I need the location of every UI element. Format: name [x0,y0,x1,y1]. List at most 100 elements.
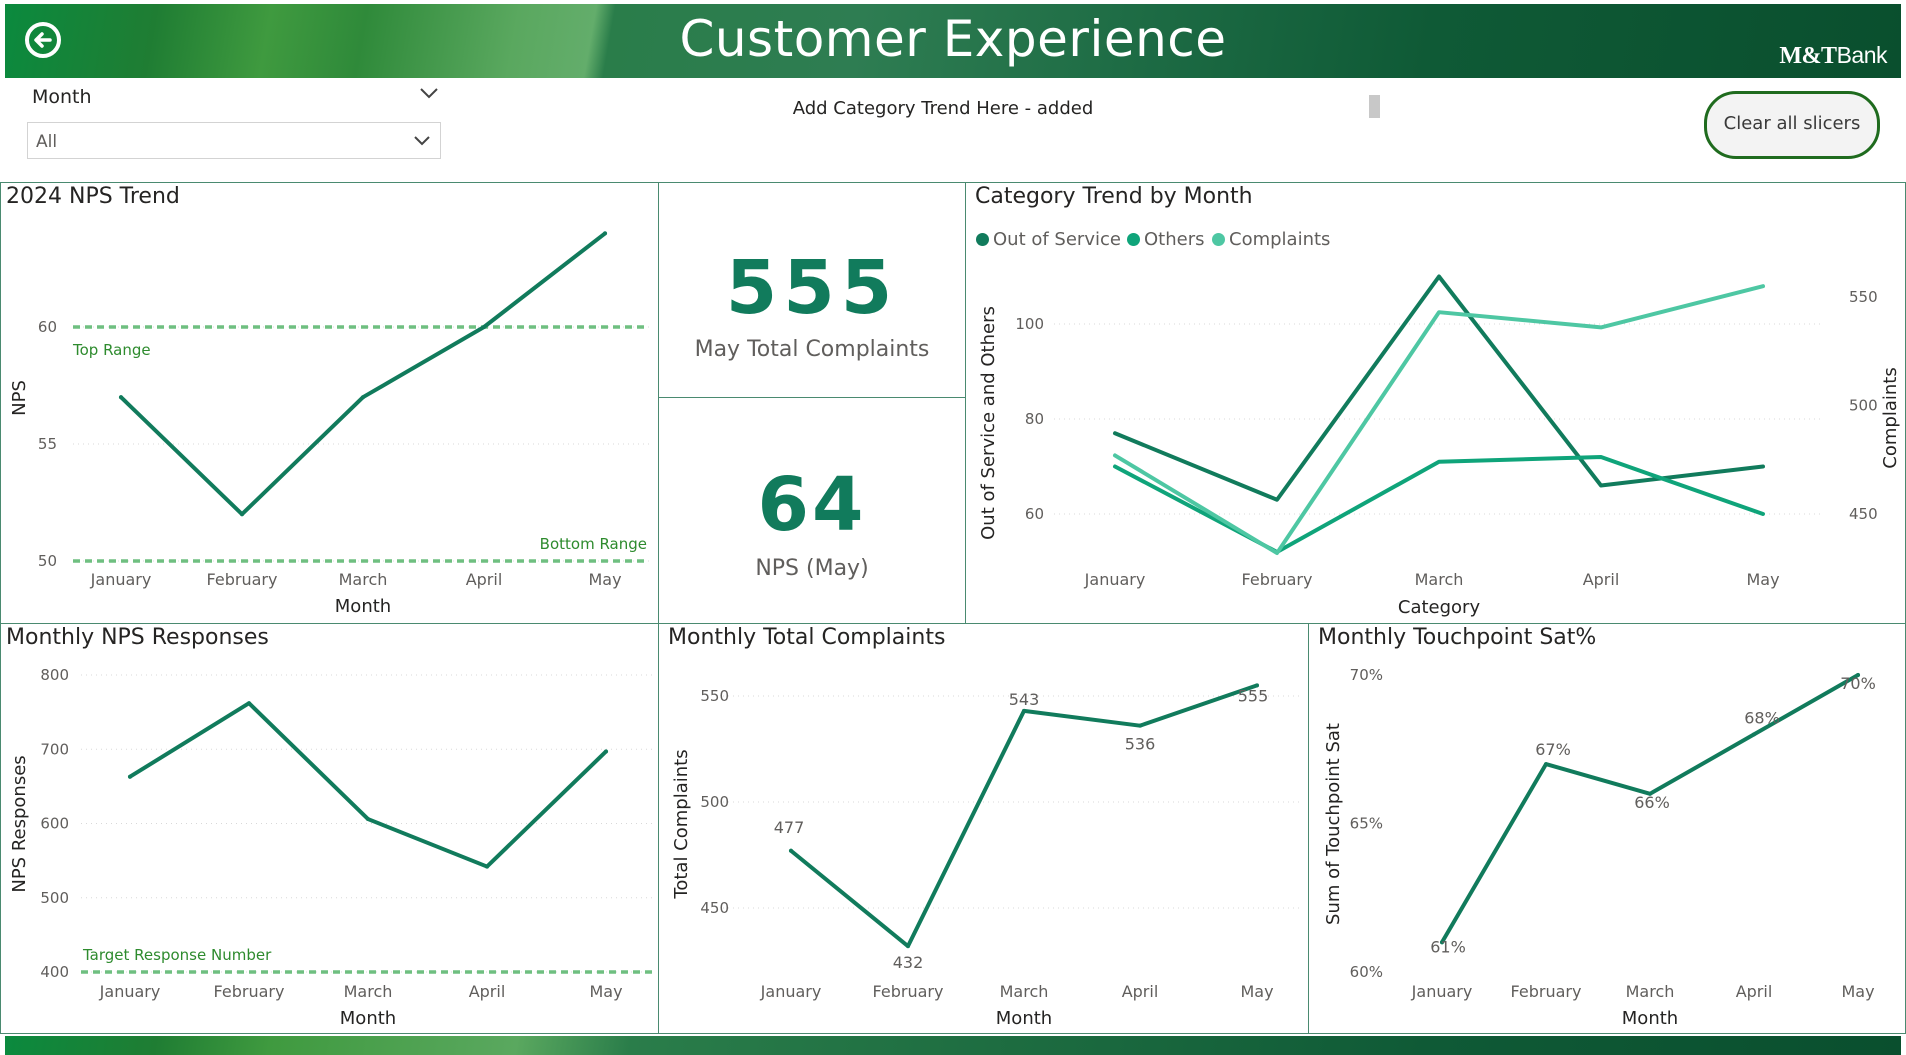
y-tick-label: 500 [700,793,729,811]
legend-dot [1212,233,1225,246]
x-tick-label: April [1122,982,1159,1001]
category-note: Add Category Trend Here - added [792,98,1094,119]
x-tick-label: February [1242,570,1313,589]
data-point [1138,723,1142,728]
x-tick-label: May [589,982,622,1001]
y-tick-label: 70% [1350,666,1383,684]
y-tick-label: 50 [38,552,57,570]
x-axis-title: Category [1398,597,1481,618]
clear-all-slicers-button[interactable]: Clear all slicers [1704,91,1880,159]
data-point [366,817,370,822]
x-tick-label: March [1626,982,1675,1001]
data-point [240,512,244,517]
data-label: 61% [1430,937,1466,956]
x-tick-label: May [1746,570,1779,589]
reference-line-label: Target Response Number [82,946,272,964]
y-axis-title: Total Complaints [671,749,692,899]
y-tick-label: 450 [700,899,729,917]
legend-out-of-service[interactable]: Out of Service [976,229,1121,250]
y-right-tick-label: 450 [1849,505,1878,523]
x-tick-label: January [90,570,152,589]
mt-bank-logo: M&TBank [1779,42,1887,70]
logo-mark: M&T [1779,43,1837,69]
legend-dot [1127,233,1140,246]
nps-trend-chart: 50 55 60 Top Range Bottom Range January Februa… [9,231,649,617]
x-tick-label: February [207,570,278,589]
data-label: 432 [893,953,924,972]
kpi-nps-value: 64 [757,462,867,548]
footer-banner [5,1036,1901,1055]
legend-dot [976,233,989,246]
y-tick-label: 60% [1350,963,1383,981]
x-tick-label: March [1000,982,1049,1001]
x-tick-label: April [469,982,506,1001]
data-point [906,944,910,949]
series-line [789,683,1259,949]
data-point [1752,732,1756,737]
data-point [128,774,132,779]
x-tick-label: January [760,982,822,1001]
y-left-tick-label: 80 [1025,410,1044,428]
y-left-axis-title: Out of Service and Others [978,306,999,540]
nps-responses-panel: Monthly NPS Responses 400 500 600 700 800 Tar… [0,623,659,1034]
touchpoint-panel: Monthly Touchpoint Sat% 60% 65% 70% January… [1308,623,1906,1034]
series-line [128,701,608,869]
header-banner: Customer Experience M&TBank [5,4,1901,78]
y-axis-title: Sum of Touchpoint Sat [1323,723,1344,925]
month-slicer-value: All [36,132,58,152]
kpi-complaints-value: 555 [725,245,899,331]
data-label: 555 [1238,686,1269,705]
y-left-tick-label: 60 [1025,505,1044,523]
y-right-axis-title: Complaints [1880,367,1901,468]
y-right-tick-label: 550 [1849,288,1878,306]
kpi-complaints-label: May Total Complaints [694,337,930,362]
data-point [482,325,486,329]
series-line-complaints [1113,284,1765,556]
x-tick-label: February [214,982,285,1001]
reference-line-label: Top Range [72,341,151,359]
x-tick-label: January [1411,982,1473,1001]
data-label: 536 [1125,735,1156,754]
x-tick-label: April [466,570,503,589]
legend-label: Out of Service [993,229,1121,250]
y-left-tick-label: 100 [1015,315,1044,333]
data-point [247,701,251,706]
data-label: 68% [1744,708,1780,727]
y-tick-label: 800 [40,666,69,684]
legend-complaints[interactable]: Complaints [1212,229,1330,250]
reference-line-label: Bottom Range [540,535,647,553]
data-label: 70% [1840,674,1876,693]
data-point [1544,762,1548,767]
y-right-tick-label: 500 [1849,397,1878,415]
placeholder-bar [1369,95,1380,118]
x-tick-label: May [1240,982,1273,1001]
data-label: 543 [1009,690,1040,709]
x-tick-label: March [1415,570,1464,589]
data-point [604,749,608,754]
kpi-complaints-card: 555 May Total Complaints [658,182,966,399]
x-axis-title: Month [335,596,391,617]
legend-label: Others [1144,229,1205,250]
y-tick-label: 55 [38,435,57,453]
nps-responses-chart: 400 500 600 700 800 Target Response Number Jan… [9,666,653,1029]
page-title: Customer Experience [679,10,1227,68]
kpi-nps-label: NPS (May) [755,556,869,581]
y-tick-label: 65% [1350,815,1383,833]
month-slicer-dropdown[interactable]: All [27,122,441,159]
data-point [119,395,123,400]
nps-trend-panel: 2024 NPS Trend 50 55 60 Top Range Bottom Ran… [0,182,659,624]
x-tick-label: February [873,982,944,1001]
touchpoint-chart: 60% 65% 70% January February March April May Mon… [1323,666,1876,1029]
data-point [789,848,793,853]
data-point [1022,708,1026,713]
series-line [119,231,607,517]
legend-others[interactable]: Others [1127,229,1205,250]
x-axis-title: Month [996,1008,1052,1029]
x-axis-title: Month [340,1008,396,1029]
y-tick-label: 700 [40,740,69,758]
x-tick-label: February [1511,982,1582,1001]
y-tick-label: 400 [40,963,69,981]
y-axis-title: NPS [9,380,30,416]
data-label: 67% [1535,740,1571,759]
x-tick-label: April [1583,570,1620,589]
